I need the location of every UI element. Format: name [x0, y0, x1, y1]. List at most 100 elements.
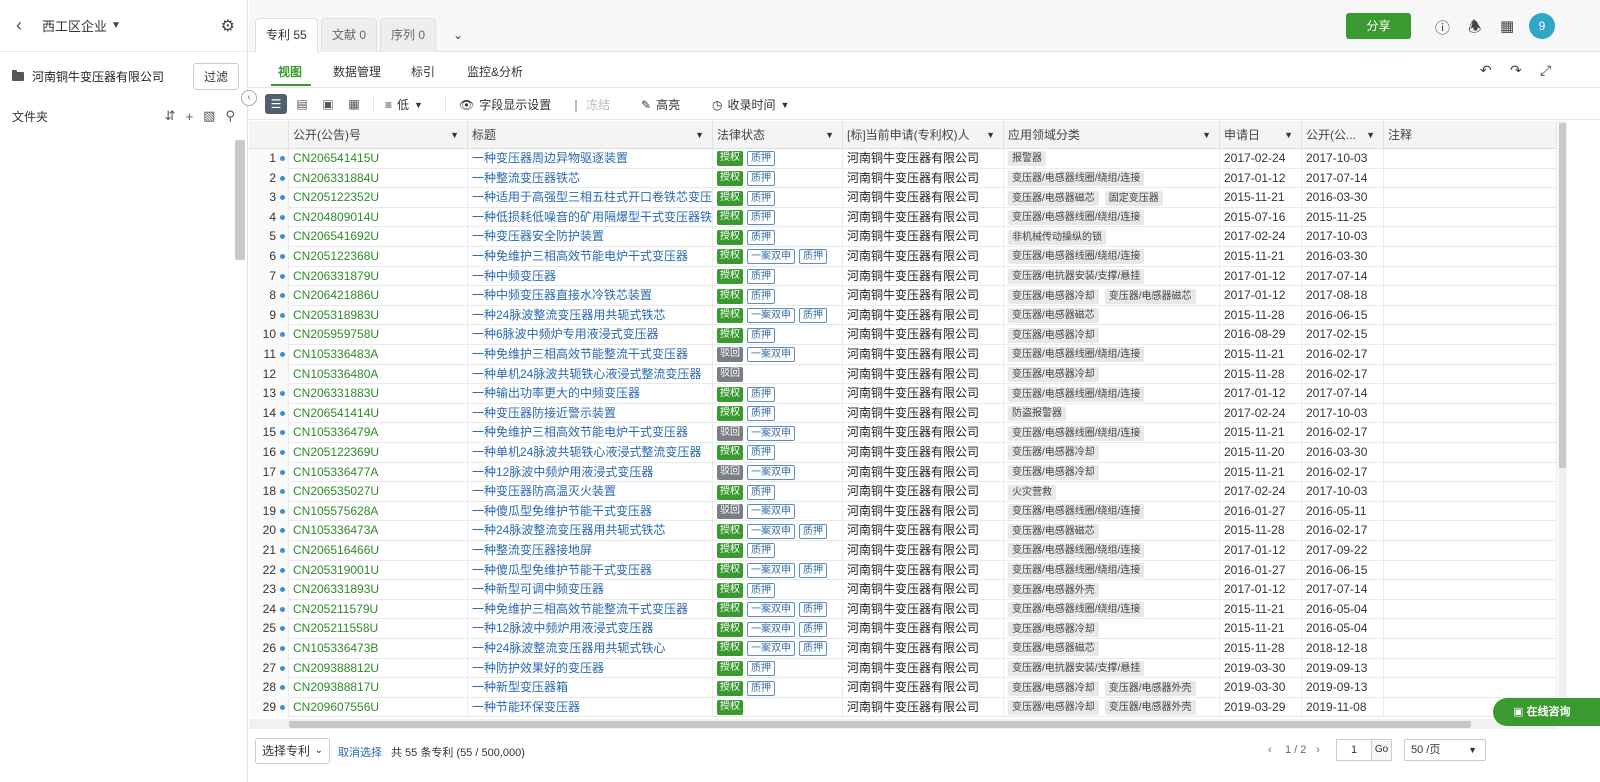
- notes-cell[interactable]: [1384, 482, 1557, 502]
- subtab-data-management[interactable]: 数据管理: [333, 63, 381, 80]
- column-menu-icon[interactable]: ▼: [450, 121, 459, 148]
- header-col-application-field[interactable]: 应用领域分类 ▼: [1004, 121, 1220, 149]
- notes-cell[interactable]: [1384, 501, 1557, 522]
- table-row[interactable]: 21 CN206516466U 一种整流变压器接地屏 授权 质押 河南铜牛变压器有限公司变…: [249, 541, 1557, 561]
- pub-number-link[interactable]: CN206331883U: [289, 384, 468, 404]
- pub-number-link[interactable]: CN105336483A: [289, 345, 468, 365]
- title-link[interactable]: 一种适用于高强型三相五柱式开口卷铁芯变压: [468, 188, 713, 208]
- back-arrow-icon[interactable]: ‹: [16, 15, 30, 36]
- add-icon[interactable]: +: [186, 109, 194, 124]
- table-row[interactable]: 12 CN105336480A 一种单机24脉波共轭铁心液浸式整流变压器 驳回 河南铜牛…: [249, 364, 1557, 385]
- table-row[interactable]: 18 CN206535027U 一种变压器防高温灭火装置 授权 质押 河南铜牛变压器有限公…: [249, 482, 1557, 502]
- fullscreen-icon[interactable]: ⤢: [1540, 62, 1551, 79]
- column-menu-icon[interactable]: ▼: [825, 121, 834, 148]
- notes-cell[interactable]: [1384, 188, 1557, 208]
- title-link[interactable]: 一种变压器防高温灭火装置: [468, 482, 713, 502]
- title-link[interactable]: 一种节能环保变压器: [468, 697, 713, 718]
- chevron-down-icon[interactable]: ⌄: [453, 28, 463, 42]
- notes-cell[interactable]: [1384, 599, 1557, 620]
- table-row[interactable]: 10 CN205959758U 一种6脉波中频炉专用液浸式变压器 授权 质押 河南铜牛变压…: [249, 325, 1557, 345]
- add-folder-icon[interactable]: ▧: [203, 108, 215, 124]
- select-patents-dropdown[interactable]: 选择专利 ⌄: [255, 738, 330, 764]
- notes-cell[interactable]: [1384, 227, 1557, 247]
- table-row[interactable]: 19 CN105575628A 一种傻瓜型免维护节能干式变压器 驳回 一案双申 河南铜牛变…: [249, 501, 1557, 522]
- pub-number-link[interactable]: CN105336473B: [289, 639, 468, 659]
- table-row[interactable]: 4 CN204809014U 一种低损耗低噪音的矿用隔爆型干式变压器铁 授权 质押 河南铜…: [249, 207, 1557, 228]
- pub-number-link[interactable]: CN205122352U: [289, 188, 468, 208]
- prev-page-icon[interactable]: ‹: [1268, 744, 1272, 756]
- highlight-button[interactable]: ✎ 高亮: [641, 96, 680, 113]
- notes-cell[interactable]: [1384, 345, 1557, 365]
- bell-icon[interactable]: 🕭: [1468, 17, 1481, 42]
- pub-number-link[interactable]: CN206421886U: [289, 286, 468, 306]
- sidebar-scrollbar[interactable]: [235, 140, 245, 260]
- table-row[interactable]: 20 CN105336473A 一种24脉波整流变压器用共轭式铁芯 授权 一案双申 质押河…: [249, 521, 1557, 541]
- pub-number-link[interactable]: CN205319001U: [289, 560, 468, 581]
- pub-number-link[interactable]: CN209607556U: [289, 697, 468, 718]
- pub-number-link[interactable]: CN205959758U: [289, 325, 468, 345]
- title-link[interactable]: 一种免维护三相高效节能电炉干式变压器: [468, 423, 713, 443]
- title-link[interactable]: 一种输出功率更大的中频变压器: [468, 384, 713, 404]
- notes-cell[interactable]: [1384, 364, 1557, 385]
- table-row[interactable]: 8 CN206421886U 一种中频变压器直接水冷铁芯装置 授权 质押 河南铜牛变压器有…: [249, 286, 1557, 306]
- pub-number-link[interactable]: CN206541415U: [289, 149, 468, 169]
- table-row[interactable]: 3 CN205122352U 一种适用于高强型三相五柱式开口卷铁芯变压 授权 质押 河南铜…: [249, 188, 1557, 208]
- pub-number-link[interactable]: CN105336473A: [289, 521, 468, 541]
- notes-cell[interactable]: [1384, 639, 1557, 659]
- notes-cell[interactable]: [1384, 403, 1557, 424]
- avatar[interactable]: 9: [1529, 13, 1555, 39]
- notes-cell[interactable]: [1384, 423, 1557, 443]
- next-page-icon[interactable]: ›: [1316, 744, 1320, 756]
- collapse-sidebar-icon[interactable]: ‹: [241, 90, 257, 106]
- table-row[interactable]: 6 CN205122368U 一种免维护三相高效节能电炉干式变压器 授权 一案双申 质押河…: [249, 247, 1557, 267]
- column-menu-icon[interactable]: ▼: [1366, 121, 1375, 148]
- title-link[interactable]: 一种免维护三相高效节能整流干式变压器: [468, 345, 713, 365]
- title-link[interactable]: 一种24脉波整流变压器用共轭式铁芯: [468, 521, 713, 541]
- tab-literature[interactable]: 文献 0: [321, 18, 378, 52]
- workspace-name[interactable]: 西工区企业: [42, 16, 107, 35]
- pub-number-link[interactable]: CN205211558U: [289, 619, 468, 639]
- column-menu-icon[interactable]: ▼: [1284, 121, 1293, 148]
- table-row[interactable]: 29 CN209607556U 一种节能环保变压器 授权 河南铜牛变压器有限公司 变压器/…: [249, 697, 1557, 718]
- title-link[interactable]: 一种免维护三相高效节能整流干式变压器: [468, 599, 713, 620]
- title-link[interactable]: 一种24脉波整流变压器用共轭式铁心: [468, 639, 713, 659]
- table-row[interactable]: 23 CN206331893U 一种新型可调中频变压器 授权 质押 河南铜牛变压器有限公司…: [249, 580, 1557, 600]
- notes-cell[interactable]: [1384, 658, 1557, 679]
- notes-cell[interactable]: [1384, 305, 1557, 326]
- notes-cell[interactable]: [1384, 443, 1557, 463]
- pub-number-link[interactable]: CN205318983U: [289, 305, 468, 326]
- page-number-input[interactable]: 1: [1336, 739, 1372, 761]
- title-link[interactable]: 一种中频变压器直接水冷铁芯装置: [468, 286, 713, 306]
- pub-number-link[interactable]: CN209388817U: [289, 678, 468, 698]
- notes-cell[interactable]: [1384, 560, 1557, 581]
- pub-number-link[interactable]: CN206541692U: [289, 227, 468, 247]
- notes-cell[interactable]: [1384, 247, 1557, 267]
- redo-icon[interactable]: ↷: [1510, 62, 1522, 79]
- title-link[interactable]: 一种变压器防接近警示装置: [468, 403, 713, 424]
- field-display-settings-button[interactable]: 👁 字段显示设置: [459, 96, 551, 113]
- card-view-icon[interactable]: ▦: [343, 94, 365, 114]
- table-row[interactable]: 9 CN205318983U 一种24脉波整流变压器用共轭式铁芯 授权 一案双申 质押 河南…: [249, 305, 1557, 326]
- title-link[interactable]: 一种6脉波中频炉专用液浸式变压器: [468, 325, 713, 345]
- table-vertical-scrollbar[interactable]: [1558, 121, 1567, 719]
- table-row[interactable]: 7 CN206331879U 一种中频变压器 授权 质押 河南铜牛变压器有限公司 变压器/电…: [249, 266, 1557, 287]
- pub-number-link[interactable]: CN209388812U: [289, 658, 468, 679]
- title-link[interactable]: 一种防护效果好的变压器: [468, 658, 713, 679]
- title-link[interactable]: 一种傻瓜型免维护节能干式变压器: [468, 560, 713, 581]
- tab-sequences[interactable]: 序列 0: [380, 18, 437, 52]
- title-link[interactable]: 一种整流变压器铁芯: [468, 168, 713, 189]
- help-icon[interactable]: ⓘ: [1435, 17, 1450, 38]
- title-link[interactable]: 一种单机24脉波共轭铁心液浸式整流变压器: [468, 443, 713, 463]
- list-view-icon[interactable]: ☰: [265, 94, 287, 114]
- page-size-select[interactable]: 50 /页 ▼: [1404, 739, 1486, 761]
- pub-number-link[interactable]: CN105336477A: [289, 462, 468, 483]
- table-row[interactable]: 1 CN206541415U 一种变压器周边异物驱逐装置 授权 质押 河南铜牛变压器有限公…: [249, 149, 1557, 169]
- subtab-indexing[interactable]: 标引: [411, 63, 435, 80]
- header-col-title[interactable]: 标题 ▼: [468, 121, 713, 149]
- notes-cell[interactable]: [1384, 462, 1557, 483]
- pub-number-link[interactable]: CN206331893U: [289, 580, 468, 600]
- notes-cell[interactable]: [1384, 286, 1557, 306]
- sort-icon[interactable]: ⇵: [165, 108, 176, 124]
- header-col-notes[interactable]: 注释: [1384, 121, 1557, 149]
- freeze-button[interactable]: ❙ 冻结: [571, 96, 610, 113]
